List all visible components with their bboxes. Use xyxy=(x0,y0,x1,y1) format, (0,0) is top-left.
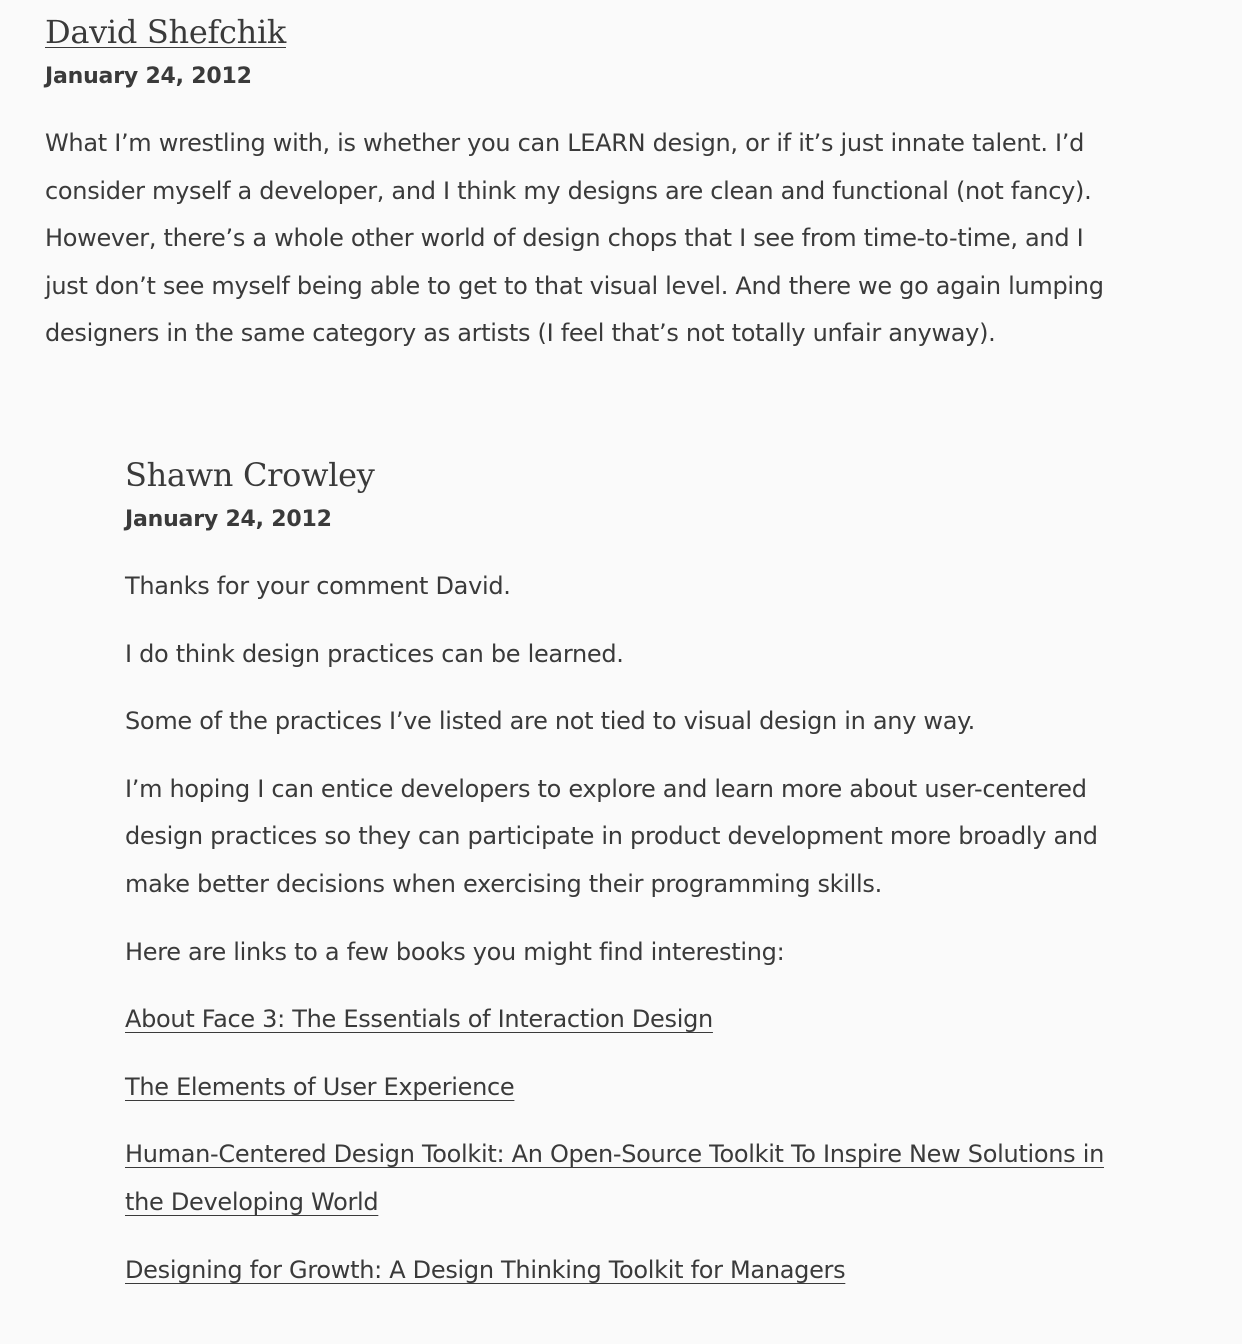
comment-author: David Shefchik xyxy=(45,10,1115,54)
book-link-item: About Face 3: The Essentials of Interact… xyxy=(125,996,1115,1044)
reply-paragraph: Some of the practices I’ve listed are no… xyxy=(125,707,975,736)
book-link-hcd-toolkit[interactable]: Human-Centered Design Toolkit: An Open-S… xyxy=(125,1140,1104,1216)
book-link-designing-for-growth[interactable]: Designing for Growth: A Design Thinking … xyxy=(125,1256,846,1284)
reply-paragraph: Here are links to a few books you might … xyxy=(125,937,785,966)
book-link-item: Human-Centered Design Toolkit: An Open-S… xyxy=(125,1131,1115,1226)
book-link-item: The Elements of User Experience xyxy=(125,1064,1115,1112)
reply-paragraph: Thanks for your comment David. xyxy=(125,572,511,600)
book-link-about-face[interactable]: About Face 3: The Essentials of Interact… xyxy=(125,1005,713,1033)
comment-date: January 24, 2012 xyxy=(45,64,252,89)
comment-author-link[interactable]: David Shefchik xyxy=(45,13,286,51)
book-link-elements-of-ux[interactable]: The Elements of User Experience xyxy=(125,1073,515,1101)
comment: David Shefchik January 24, 2012 What I’m… xyxy=(45,10,1115,358)
comments-page: David Shefchik January 24, 2012 What I’m… xyxy=(0,0,1242,1344)
comment-text: What I’m wrestling with, is whether you … xyxy=(45,129,1104,348)
reply-date: January 24, 2012 xyxy=(125,507,332,532)
comment-reply: Shawn Crowley January 24, 2012 Thanks fo… xyxy=(125,453,1115,1294)
reply-paragraph: I do think design practices can be learn… xyxy=(125,639,624,668)
reply-author: Shawn Crowley xyxy=(125,456,375,494)
reply-paragraph: I’m hoping I can entice developers to ex… xyxy=(125,774,1098,898)
book-link-item: Designing for Growth: A Design Thinking … xyxy=(125,1247,1115,1295)
